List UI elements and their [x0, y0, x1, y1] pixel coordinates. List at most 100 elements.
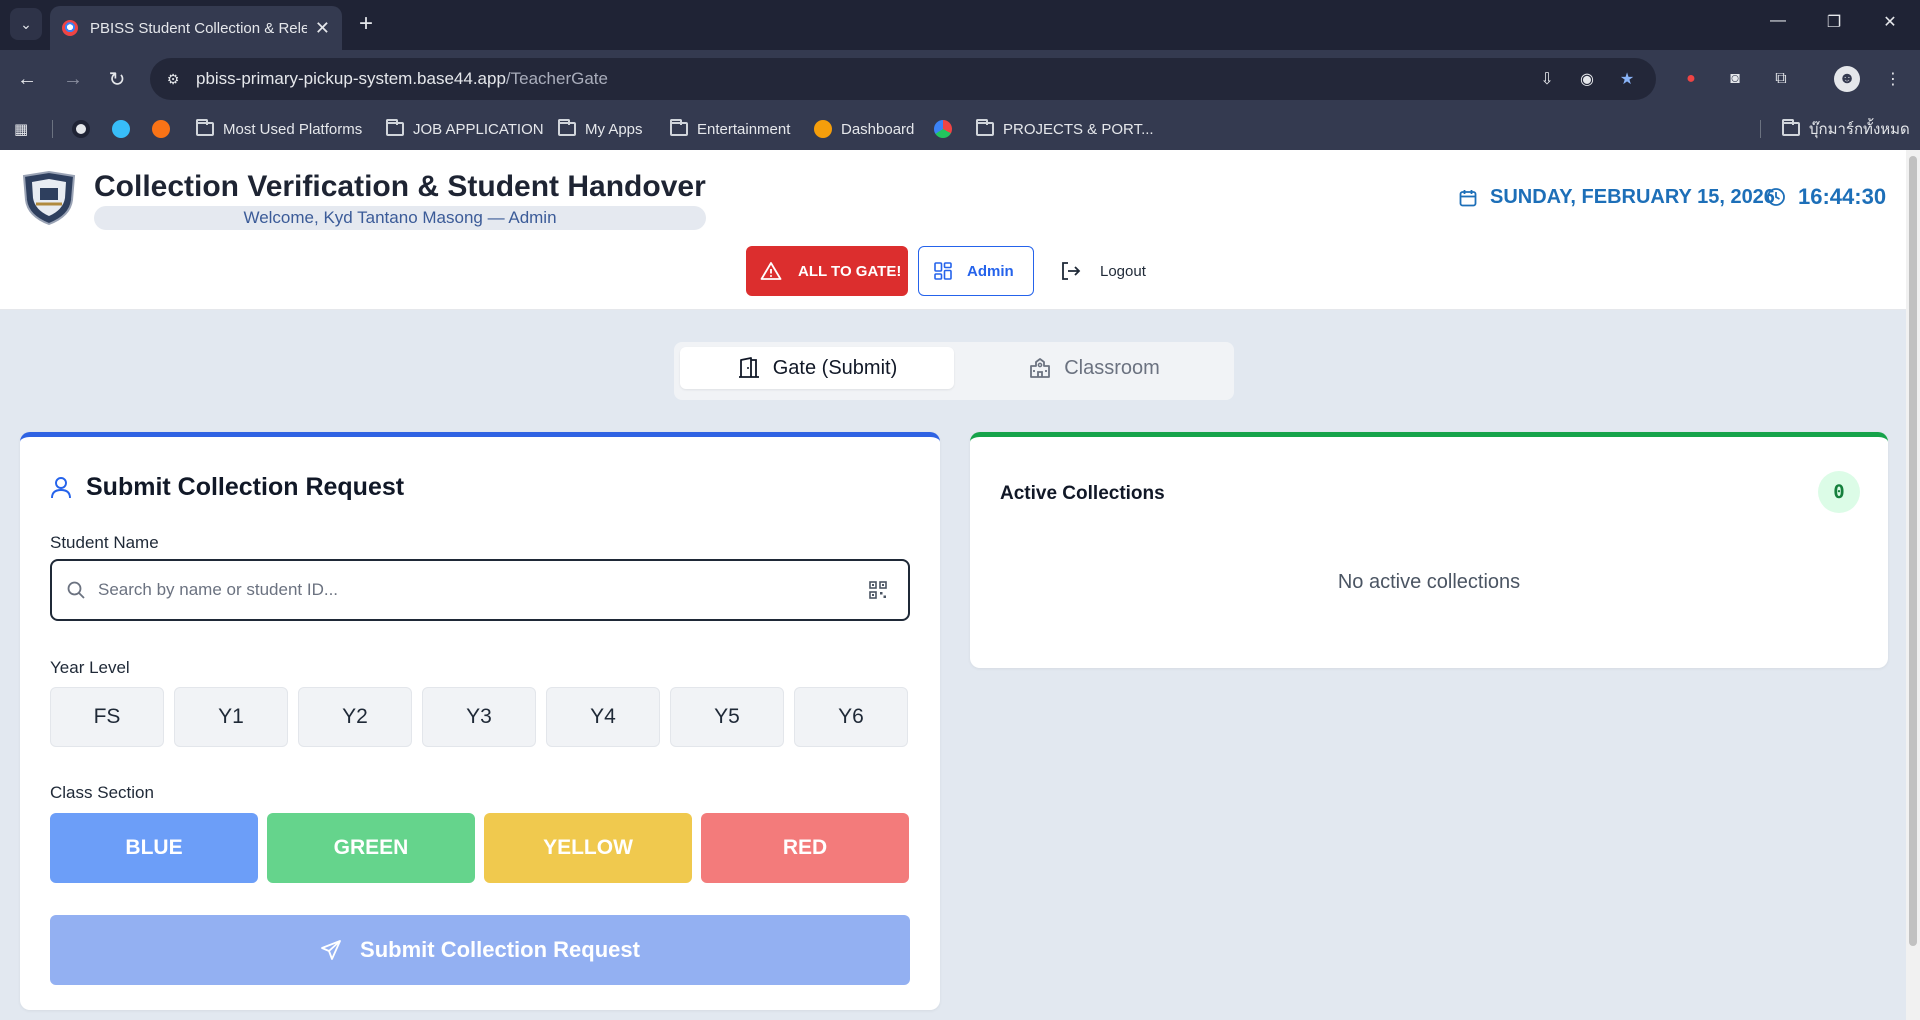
- welcome-banner: Welcome, Kyd Tantano Masong — Admin: [94, 206, 706, 230]
- date-text: SUNDAY, FEBRUARY 15, 2026: [1490, 186, 1775, 208]
- eye-icon[interactable]: ◉: [1576, 68, 1598, 90]
- bookmark-favicon-3[interactable]: [152, 108, 170, 150]
- admin-label: Admin: [967, 262, 1014, 280]
- school-crest-logo: [22, 170, 76, 226]
- page-scrollbar[interactable]: [1906, 150, 1920, 1020]
- submit-collection-card: Submit Collection Request Student Name Y…: [20, 432, 940, 1010]
- logout-button[interactable]: Logout: [1054, 246, 1164, 296]
- tab-search-button[interactable]: ⌄: [10, 8, 42, 40]
- student-search-field[interactable]: [50, 559, 910, 621]
- year-button-y2[interactable]: Y2: [298, 687, 412, 747]
- app-header: Collection Verification & Student Handov…: [0, 150, 1906, 310]
- year-button-y5[interactable]: Y5: [670, 687, 784, 747]
- year-button-y3[interactable]: Y3: [422, 687, 536, 747]
- bookmark-folder-job-application[interactable]: JOB APPLICATION: [386, 108, 544, 150]
- site-favicon-icon: [62, 20, 78, 36]
- calendar-icon: [1459, 189, 1477, 206]
- year-level-label: Year Level: [50, 658, 130, 677]
- extension-icon[interactable]: ●: [1678, 66, 1704, 92]
- install-app-icon[interactable]: ⇩: [1536, 68, 1558, 90]
- bookmark-folder-entertainment[interactable]: Entertainment: [670, 108, 790, 150]
- camera-icon[interactable]: ◙: [1722, 66, 1748, 92]
- bookmark-folder-most-used[interactable]: Most Used Platforms: [196, 108, 362, 150]
- url-text[interactable]: pbiss-primary-pickup-system.base44.app/T…: [196, 69, 608, 89]
- back-icon[interactable]: ←: [12, 64, 42, 94]
- time-text: 16:44:30: [1798, 184, 1887, 209]
- bookmark-dashboard[interactable]: Dashboard: [814, 108, 914, 150]
- page-title: Collection Verification & Student Handov…: [94, 170, 706, 203]
- submit-card-title-text: Submit Collection Request: [86, 473, 405, 501]
- year-button-y6[interactable]: Y6: [794, 687, 908, 747]
- bookmark-favicon-4[interactable]: [934, 108, 952, 150]
- all-bookmarks-folder[interactable]: บุ๊กมาร์กทั้งหมด: [1782, 108, 1910, 150]
- folder-icon: [386, 119, 404, 136]
- send-icon: [321, 940, 341, 960]
- year-button-y4[interactable]: Y4: [546, 687, 660, 747]
- tab-gate-submit[interactable]: Gate (Submit): [680, 347, 954, 389]
- scrollbar-thumb[interactable]: [1909, 156, 1917, 946]
- site-info-icon[interactable]: ⚙: [162, 68, 184, 90]
- student-name-label: Student Name: [50, 533, 159, 552]
- class-button-yellow[interactable]: YELLOW: [484, 813, 692, 883]
- student-search-input[interactable]: [98, 580, 838, 600]
- logout-icon: [1062, 262, 1081, 280]
- search-icon: [67, 581, 85, 599]
- qr-code-icon[interactable]: [868, 580, 888, 600]
- folder-icon: [558, 119, 576, 136]
- bookmark-folder-projects[interactable]: PROJECTS & PORT...: [976, 108, 1154, 150]
- mode-tabs: Gate (Submit) Classroom: [674, 342, 1234, 400]
- bookmark-favicon-2[interactable]: [112, 108, 130, 150]
- minimize-icon[interactable]: —: [1766, 12, 1790, 30]
- submit-card-title: Submit Collection Request: [50, 473, 404, 502]
- browser-tab-bar: ⌄ PBISS Student Collection & Release ✕ +…: [0, 0, 1920, 50]
- folder-icon: [1782, 119, 1800, 136]
- new-tab-button[interactable]: +: [352, 10, 380, 38]
- all-to-gate-label: ALL TO GATE!: [798, 262, 902, 280]
- bookmark-star-icon[interactable]: ★: [1616, 68, 1638, 90]
- logout-label: Logout: [1100, 262, 1146, 280]
- close-tab-icon[interactable]: ✕: [315, 18, 330, 39]
- reload-icon[interactable]: ↻: [102, 64, 132, 94]
- dashboard-grid-icon: [934, 262, 952, 280]
- bookmark-favicon-1[interactable]: [72, 108, 90, 150]
- submit-button-label: Submit Collection Request: [360, 937, 640, 962]
- admin-button[interactable]: Admin: [918, 246, 1034, 296]
- active-collections-title: Active Collections: [1000, 483, 1165, 504]
- current-time: 16:44:30: [1766, 184, 1886, 210]
- current-date: SUNDAY, FEBRUARY 15, 2026: [1458, 186, 1775, 209]
- bookmark-separator: [1760, 120, 1761, 138]
- browser-toolbar: ← → ↻ ⚙ pbiss-primary-pickup-system.base…: [0, 50, 1920, 108]
- class-button-red[interactable]: RED: [701, 813, 909, 883]
- all-to-gate-button[interactable]: ALL TO GATE!: [746, 246, 908, 296]
- tab-classroom-label: Classroom: [1064, 356, 1160, 379]
- more-menu-icon[interactable]: ⋮: [1880, 66, 1906, 92]
- close-window-icon[interactable]: ✕: [1878, 12, 1902, 32]
- address-bar[interactable]: ⚙ pbiss-primary-pickup-system.base44.app…: [150, 58, 1656, 100]
- apps-grid-icon[interactable]: ▦: [14, 108, 28, 150]
- tab-gate-label: Gate (Submit): [772, 356, 898, 379]
- puzzle-icon[interactable]: ⧉: [1768, 66, 1794, 92]
- folder-icon: [976, 119, 994, 136]
- year-button-y1[interactable]: Y1: [174, 687, 288, 747]
- school-icon: [1030, 358, 1051, 378]
- class-button-blue[interactable]: BLUE: [50, 813, 258, 883]
- submit-collection-button[interactable]: Submit Collection Request: [50, 915, 910, 985]
- restore-icon[interactable]: ❐: [1822, 12, 1846, 32]
- class-button-green[interactable]: GREEN: [267, 813, 475, 883]
- class-section-label: Class Section: [50, 783, 154, 802]
- gate-icon: [738, 357, 759, 378]
- forward-icon[interactable]: →: [58, 64, 88, 94]
- tab-classroom[interactable]: Classroom: [960, 347, 1228, 389]
- browser-tab[interactable]: PBISS Student Collection & Release ✕: [50, 6, 342, 50]
- dashboard-favicon-icon: [814, 120, 832, 138]
- bookmark-separator: [52, 120, 53, 138]
- tab-title: PBISS Student Collection & Release: [90, 19, 307, 37]
- profile-avatar[interactable]: ☻: [1834, 66, 1860, 92]
- bookmark-folder-my-apps[interactable]: My Apps: [558, 108, 643, 150]
- user-icon: [51, 476, 71, 498]
- year-button-fs[interactable]: FS: [50, 687, 164, 747]
- folder-icon: [196, 119, 214, 136]
- bookmarks-bar: ▦ Most Used Platforms JOB APPLICATION My…: [0, 108, 1920, 150]
- warning-triangle-icon: [760, 262, 782, 280]
- folder-icon: [670, 119, 688, 136]
